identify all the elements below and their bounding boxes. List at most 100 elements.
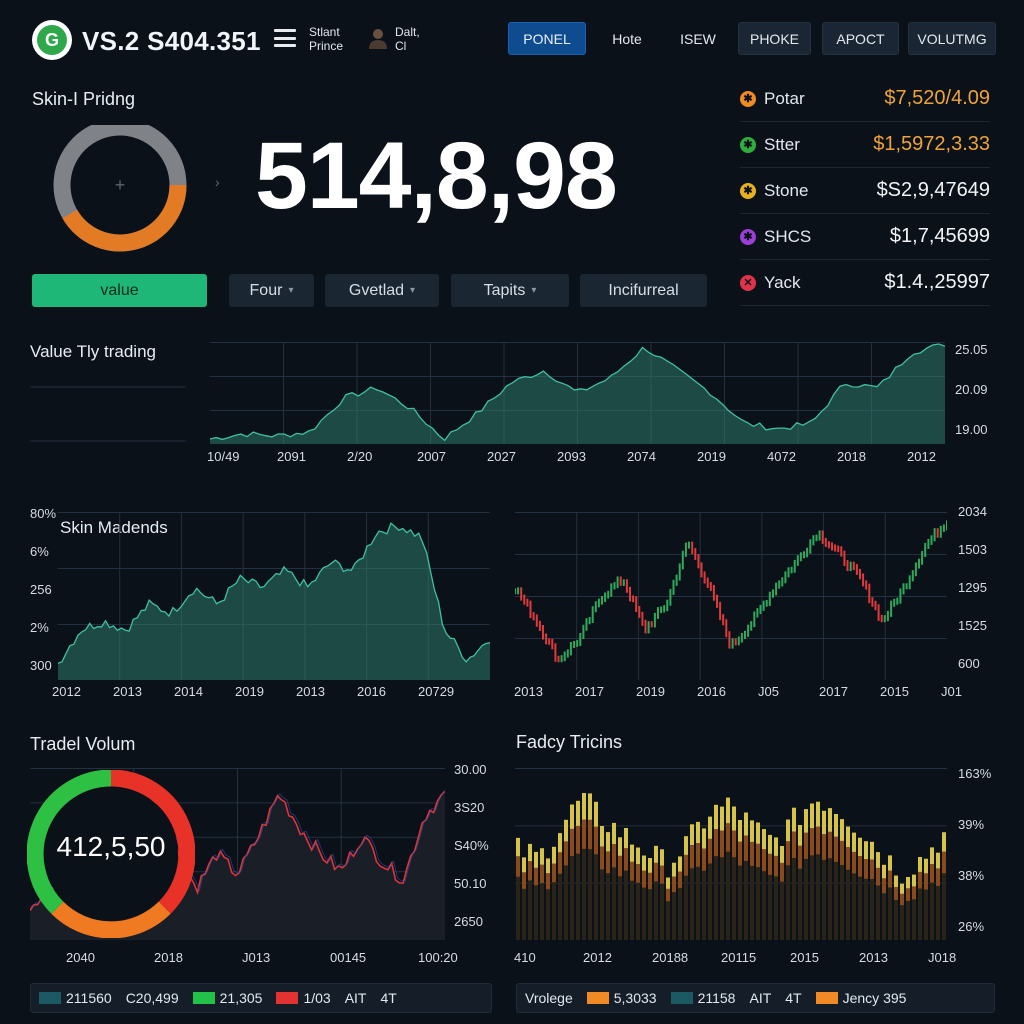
bar-base: [654, 878, 658, 940]
bar-mid: [906, 888, 910, 901]
bar-top: [942, 832, 946, 852]
bar-base: [876, 882, 880, 940]
bar-top: [636, 847, 640, 865]
pricing-donut-chart: +: [53, 125, 187, 252]
x-tick-label: 2040: [66, 950, 95, 965]
bar-base: [750, 862, 754, 940]
menu-icon[interactable]: [274, 29, 296, 47]
footer-item[interactable]: C20,499: [126, 990, 179, 1006]
ticker-icon: ✱: [740, 136, 756, 153]
bar-top: [630, 844, 634, 862]
bar-top: [576, 800, 580, 826]
y-tick-label: 2650: [454, 914, 483, 929]
gvetlad-dropdown[interactable]: Gvetlad ▾: [325, 274, 439, 307]
bar-top: [642, 855, 646, 871]
y-tick-label: 163%: [958, 766, 992, 781]
bar-base: [780, 878, 784, 940]
bar-top: [792, 807, 796, 832]
nav-tab-ponel[interactable]: PONEL: [508, 22, 586, 55]
y-tick-label: 1295: [958, 580, 987, 595]
ticker-icon: ✕: [740, 274, 756, 291]
four-dropdown[interactable]: Four ▾: [229, 274, 314, 307]
y-tick-label: 50.10: [454, 876, 487, 891]
footer-item[interactable]: 211560: [39, 990, 112, 1006]
x-tick-label: 2/20: [347, 449, 373, 464]
bar-top: [666, 877, 670, 889]
bar-mid: [924, 873, 928, 890]
bar-mid: [648, 872, 652, 890]
nav-tab-volutmg[interactable]: VOLUTMG: [908, 22, 996, 55]
x-tick-label: 2019: [636, 684, 665, 699]
footer-item[interactable]: 5,3033: [586, 990, 657, 1006]
bar-top: [738, 820, 742, 842]
incifurreal-button[interactable]: Incifurreal: [580, 274, 707, 307]
bar-top: [558, 833, 562, 853]
x-tick-label: 20115: [721, 950, 757, 965]
plus-icon: +: [115, 175, 126, 195]
bar-top: [924, 858, 928, 874]
footer-item[interactable]: 21158: [670, 990, 735, 1006]
bar-top: [708, 816, 712, 839]
bar-base: [678, 885, 682, 940]
nav-tab-isew[interactable]: ISEW: [668, 22, 728, 55]
footer-item[interactable]: 4T: [785, 990, 801, 1006]
x-tick-label: 20188: [652, 950, 689, 965]
bar-top: [750, 820, 754, 842]
tapits-dropdown[interactable]: Tapits ▾: [451, 274, 569, 307]
footer-item[interactable]: 1/03: [276, 990, 331, 1006]
bar-base: [786, 861, 790, 940]
footer-item-label: 4T: [785, 990, 802, 1006]
bar-top: [918, 857, 922, 872]
footer-item[interactable]: 21,305: [192, 990, 262, 1006]
bar-mid: [750, 842, 754, 866]
footer-item[interactable]: 4T: [380, 990, 396, 1006]
bar-base: [822, 856, 826, 940]
ticker-row[interactable]: ✱ SHCS $1,7,45699: [740, 214, 990, 260]
bar-base: [582, 844, 586, 940]
bar-base: [894, 898, 898, 940]
footer-item[interactable]: AIT: [749, 990, 771, 1006]
bar-mid: [576, 825, 580, 854]
chevron-right-icon[interactable]: ›: [215, 174, 220, 190]
value-button[interactable]: value: [32, 274, 207, 307]
ticker-name: Stter: [764, 134, 800, 154]
bar-mid: [900, 893, 904, 906]
nav-tab-apoct[interactable]: APOCT: [822, 22, 899, 55]
bar-base: [576, 849, 580, 940]
footer-item[interactable]: AIT: [345, 990, 367, 1006]
bar-base: [594, 850, 598, 940]
bar-top: [588, 793, 592, 820]
y-tick-label: 6%: [30, 544, 49, 559]
footer-item[interactable]: Vrolege: [525, 990, 573, 1006]
bar-top: [804, 809, 808, 833]
nav-tab-phoke[interactable]: PHOKE: [738, 22, 811, 55]
bar-mid: [588, 819, 592, 850]
bar-top: [600, 826, 604, 847]
app-logo[interactable]: G: [32, 20, 72, 60]
candlestick-chart: [515, 512, 947, 680]
bar-base: [918, 886, 922, 940]
ticker-icon: ✱: [740, 182, 756, 199]
legend-swatch-icon: [276, 992, 299, 1004]
bar-mid: [738, 841, 742, 866]
bar-mid: [816, 826, 820, 855]
y-tick-label: 30.00: [454, 762, 487, 777]
bar-mid: [540, 864, 544, 884]
gvetlad-dropdown-label: Gvetlad: [348, 281, 405, 299]
nav-tab-hote[interactable]: Hote: [598, 22, 656, 55]
footer-item[interactable]: Jency 395: [815, 990, 906, 1006]
footer-item-label: 1/03: [303, 990, 331, 1006]
ticker-row[interactable]: ✕ Yack $1.4.,25997: [740, 260, 990, 306]
bar-base: [696, 863, 700, 940]
bar-base: [858, 873, 862, 940]
ticker-row[interactable]: ✱ Potar $7,520/4.09: [740, 76, 990, 122]
ticker-row[interactable]: ✱ Stter $1,5972,3.33: [740, 122, 990, 168]
bar-base: [714, 852, 718, 940]
x-tick-label: 00145: [330, 950, 367, 965]
bar-base: [840, 861, 844, 940]
user-icon[interactable]: [368, 27, 388, 49]
bar-top: [894, 875, 898, 888]
bar-base: [846, 866, 850, 940]
ticker-row[interactable]: ✱ Stone $S2,9,47649: [740, 168, 990, 214]
y-tick-label: 26%: [958, 919, 985, 934]
